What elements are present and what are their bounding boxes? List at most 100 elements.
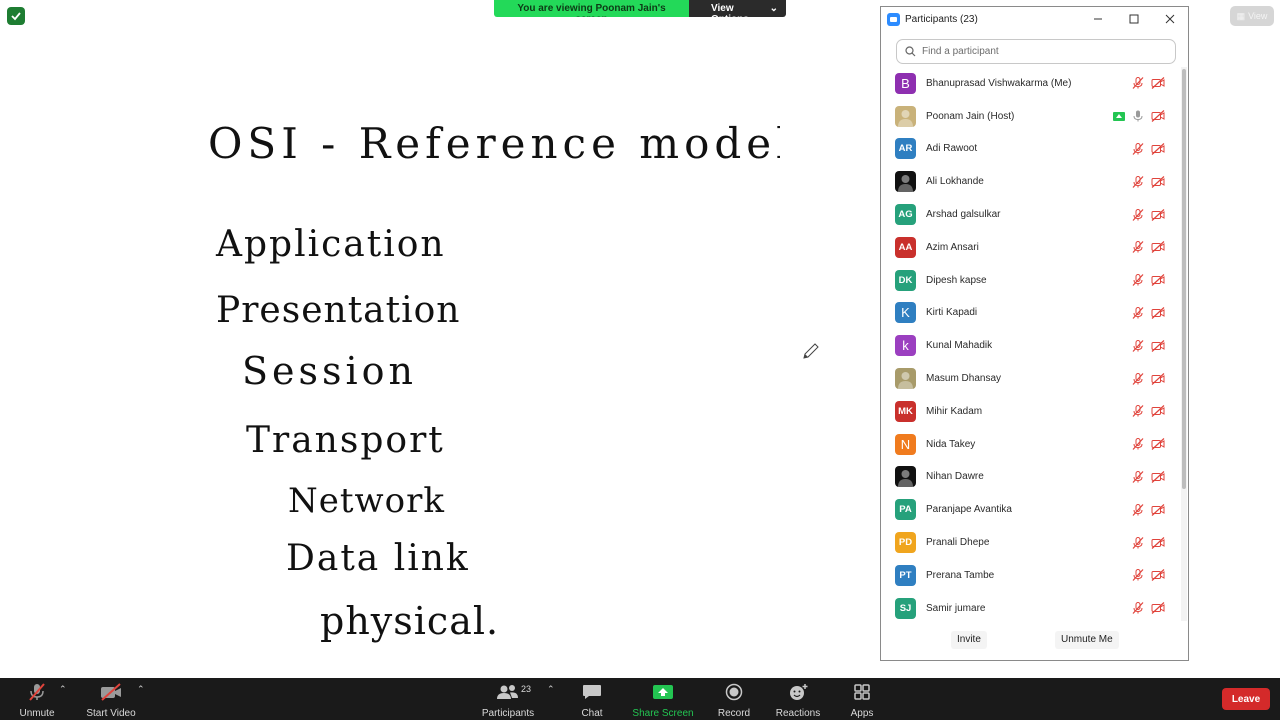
participant-row[interactable]: DK Dipesh kapse [881, 264, 1179, 297]
minimize-button[interactable] [1080, 7, 1116, 31]
avatar: k [895, 335, 916, 357]
participant-status-icons [1131, 77, 1179, 90]
chat-icon [583, 685, 601, 699]
video-muted-icon [1151, 307, 1165, 319]
avatar-initials: B [901, 75, 910, 91]
view-button-label: View [1248, 11, 1268, 21]
participant-row[interactable]: SJ Samir jumare [881, 592, 1179, 621]
video-muted-icon [1151, 274, 1165, 287]
maximize-button[interactable] [1116, 7, 1152, 31]
participant-status-icons [1131, 208, 1179, 221]
mic-muted-icon [1132, 339, 1144, 352]
participant-row[interactable]: K Kirti Kapadi [881, 297, 1179, 330]
avatar: PA [895, 499, 916, 521]
participant-row[interactable]: B Bhanuprasad Vishwakarma (Me) [881, 67, 1179, 100]
search-input[interactable] [922, 46, 1162, 57]
shared-screen-whiteboard: OSI - Reference model. Application Prese… [208, 119, 780, 643]
record-button[interactable]: Record [714, 678, 754, 720]
avatar: MK [895, 400, 916, 422]
participant-row[interactable]: AA Azim Ansari [881, 231, 1179, 264]
video-muted-icon [1151, 536, 1165, 549]
avatar-initials: PA [899, 504, 912, 516]
panel-titlebar: Participants (23) [881, 7, 1188, 31]
whiteboard-layer: Transport [246, 420, 445, 461]
security-shield-icon[interactable] [7, 7, 25, 25]
video-muted-icon [1151, 569, 1165, 582]
audio-options-caret[interactable]: ⌃ [59, 684, 67, 695]
participant-name: Azim Ansari [926, 241, 979, 253]
mic-muted-icon [1132, 405, 1144, 418]
avatar: AG [895, 204, 916, 226]
avatar-initials: MK [898, 405, 913, 417]
whiteboard-layer: Presentation [216, 290, 460, 331]
avatar-initials: DK [898, 274, 913, 286]
apps-icon [854, 684, 870, 700]
share-screen-button[interactable]: Share Screen [632, 678, 694, 720]
participant-name: Paranjape Avantika [926, 504, 1012, 516]
participant-row[interactable]: Masum Dhansay [881, 362, 1179, 395]
reactions-button[interactable]: Reactions [774, 678, 822, 720]
video-muted-icon [1151, 372, 1165, 385]
start-video-button[interactable]: Start Video [84, 678, 138, 720]
participant-row[interactable]: Nihan Dawre [881, 461, 1179, 494]
close-button[interactable] [1152, 7, 1188, 31]
participant-row[interactable]: PT Prerana Tambe [881, 559, 1179, 592]
view-button[interactable]: ▦ View [1230, 6, 1274, 26]
video-muted-icon [1151, 339, 1165, 352]
view-options-button[interactable]: View Options ⌄ [689, 0, 786, 17]
avatar-initials: N [900, 436, 911, 452]
video-options-caret[interactable]: ⌃ [137, 684, 145, 695]
profile-photo-icon [898, 175, 913, 193]
mic-muted-icon [1132, 274, 1144, 287]
scrollbar-thumb[interactable] [1182, 69, 1186, 489]
participant-row[interactable]: PD Pranali Dhepe [881, 526, 1179, 559]
mic-icon [1133, 110, 1143, 122]
participant-row[interactable]: N Nida Takey [881, 428, 1179, 461]
participant-name: Bhanuprasad Vishwakarma (Me) [926, 77, 1072, 89]
mic-muted-icon [1132, 142, 1144, 155]
unmute-me-button[interactable]: Unmute Me [1055, 631, 1119, 649]
mic-muted-icon [1132, 536, 1144, 549]
apps-label: Apps [850, 708, 874, 719]
meeting-window: { "banner": { "viewing_text": "You are v… [0, 0, 1280, 720]
whiteboard-layer: Session [242, 349, 417, 393]
participant-row[interactable]: MK Mihir Kadam [881, 395, 1179, 428]
participant-name: Masum Dhansay [926, 373, 1002, 385]
video-off-icon [101, 683, 121, 701]
meeting-toolbar: Unmute ⌃ Start Video ⌃ Participants 23 ⌃ [0, 678, 1280, 720]
avatar: SJ [895, 597, 916, 619]
video-muted-icon [1151, 110, 1165, 123]
pencil-cursor-icon [803, 343, 819, 359]
leave-button[interactable]: Leave [1222, 688, 1270, 710]
participant-row[interactable]: Ali Lokhande [881, 165, 1179, 198]
mic-muted-icon [1132, 175, 1144, 188]
chat-button[interactable]: Chat [574, 678, 610, 720]
participant-list: B Bhanuprasad Vishwakarma (Me) Poonam Jain… [881, 67, 1179, 621]
avatar [895, 105, 916, 127]
apps-button[interactable]: Apps [846, 678, 878, 720]
avatar: PT [895, 564, 916, 586]
participant-row[interactable]: AG Arshad galsulkar [881, 198, 1179, 231]
reactions-label: Reactions [775, 708, 821, 719]
participant-row[interactable]: AR Adi Rawoot [881, 133, 1179, 166]
participant-row[interactable]: k Kunal Mahadik [881, 329, 1179, 362]
participant-row[interactable]: PA Paranjape Avantika [881, 493, 1179, 526]
grid-icon: ▦ [1236, 10, 1246, 21]
participant-name: Arshad galsulkar [926, 209, 1001, 221]
participant-search[interactable] [896, 39, 1176, 64]
participants-options-caret[interactable]: ⌃ [547, 684, 555, 695]
avatar: N [895, 433, 916, 455]
video-muted-icon [1151, 503, 1165, 516]
participant-name: Prerana Tambe [926, 569, 995, 581]
avatar: AR [895, 138, 916, 160]
participant-list-scrollbar[interactable] [1181, 67, 1187, 621]
mic-muted-icon [1132, 569, 1144, 582]
invite-button[interactable]: Invite [951, 631, 987, 649]
video-muted-icon [1151, 438, 1165, 451]
participant-row[interactable]: Poonam Jain (Host) [881, 100, 1179, 133]
unmute-label: Unmute [19, 708, 55, 719]
unmute-button[interactable]: Unmute [14, 678, 60, 720]
participant-status-icons [1131, 470, 1179, 483]
participant-status-icons [1113, 110, 1179, 123]
whiteboard-layer: Network [288, 481, 445, 521]
